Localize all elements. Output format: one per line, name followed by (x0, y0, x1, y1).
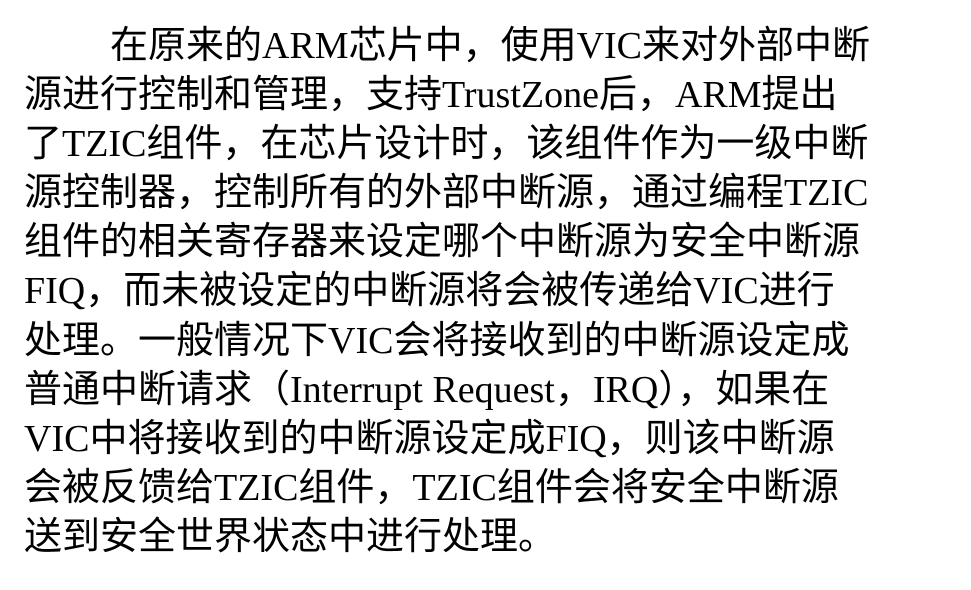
text-line: FIQ，而未被设定的中断源将会被传递给VIC进行 (24, 270, 835, 313)
text-line: 在原来的ARM芯片中，使用VIC来对外部中断 (110, 25, 871, 67)
text-line: VIC中将接收到的中断源设定成FIQ，则该中断源 (24, 417, 835, 460)
text-line: 源进行控制和管理，支持TrustZone后，ARM提出 (24, 74, 838, 117)
paragraph: 在原来的ARM芯片中，使用VIC来对外部中断 源进行控制和管理，支持TrustZ… (24, 22, 959, 562)
text-line: 送到安全世界状态中进行处理。 (24, 515, 557, 558)
text-line: 了TZIC组件，在芯片设计时，该组件作为一级中断 (24, 123, 869, 166)
text-line: 组件的相关寄存器来设定哪个中断源为安全中断源 (24, 221, 861, 264)
text-line: 处理。一般情况下VIC会将接收到的中断源设定成 (24, 319, 850, 362)
document-body: 在原来的ARM芯片中，使用VIC来对外部中断 源进行控制和管理，支持TrustZ… (24, 22, 959, 562)
text-line: 普通中断请求（Interrupt Request，IRQ），如果在 (24, 368, 830, 411)
text-line: 会被反馈给TZIC组件，TZIC组件会将安全中断源 (24, 466, 839, 509)
text-line: 源控制器，控制所有的外部中断源，通过编程TZIC (24, 172, 869, 215)
